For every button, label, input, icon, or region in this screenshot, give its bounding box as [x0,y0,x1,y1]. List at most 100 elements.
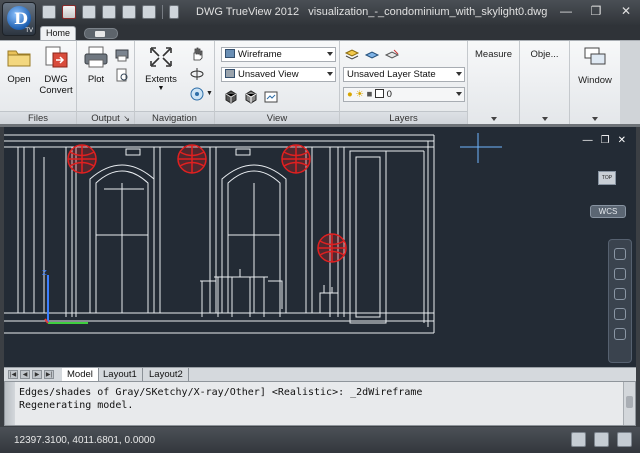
zoom-icon[interactable] [614,288,626,300]
plot-button[interactable]: Plot [81,45,111,85]
wcs-menu[interactable]: WCS [590,205,626,218]
visual-style-select[interactable]: Wireframe [221,47,336,62]
minimize-button[interactable]: — [558,4,574,18]
first-layout-icon[interactable]: |◀ [8,370,18,379]
drawing-viewport[interactable]: Z — ❐ ✕ TOP WCS [4,127,636,367]
dwg-convert-label: DWG Convert [39,74,73,96]
close-button[interactable]: ✕ [618,4,634,18]
command-line[interactable]: Edges/shades of Gray/SKetchy/X-ray/Other… [4,381,636,426]
tab-home[interactable]: Home [40,26,76,41]
ucs-axis-icon: Z [42,269,88,324]
steering-wheel-icon[interactable] [189,86,205,102]
last-layout-icon[interactable]: ▶| [44,370,54,379]
window-group[interactable]: Window [570,41,620,125]
showmotion-icon[interactable] [614,328,626,340]
output-group: Plot Output ↘ [77,41,135,125]
separator [162,5,163,19]
layer-isolate-icon[interactable] [364,47,380,63]
customize-qat-icon[interactable] [169,5,179,19]
output-group-label: Output ↘ [77,111,134,125]
view-manager-icon[interactable] [263,89,279,105]
layer-unisolate-icon[interactable] [384,47,400,63]
output-label: Output [91,113,120,124]
orbit-icon[interactable] [189,66,205,82]
view-group-label: View [215,111,339,125]
batch-plot-icon[interactable] [114,47,130,63]
tab-model[interactable]: Model [62,368,99,382]
named-view-value: Unsaved View [238,69,299,80]
undo-icon[interactable] [122,5,136,19]
cube-solid-icon[interactable] [223,89,239,105]
open-button[interactable]: Open [4,45,34,85]
dwg-convert-button[interactable]: DWG Convert [36,45,76,96]
camera-icon [95,31,105,37]
next-layout-icon[interactable]: ▶ [32,370,42,379]
application-menu-button[interactable]: D TV [2,2,36,36]
open-icon[interactable] [42,5,56,19]
lightbulb-icon: ● [347,89,353,100]
redo-icon[interactable] [142,5,156,19]
navigation-group: Extents ▼ ▼ Navigation [135,41,215,125]
navigation-group-label: Navigation [135,111,214,125]
restore-button[interactable]: ❐ [588,4,604,18]
color-swatch-icon [374,89,384,98]
layer-select[interactable]: ● ☀ ■ 0 [343,87,465,102]
viewport-restore-button[interactable]: ❐ [601,135,610,146]
print-preview-icon[interactable] [102,5,116,19]
layers-group: Unsaved Layer State ● ☀ ■ 0 Layers [340,41,468,125]
dwg-convert-icon [45,46,68,68]
layer-properties-icon[interactable] [344,47,360,63]
cube-shaded-icon[interactable] [243,89,259,105]
light-markers [67,144,347,263]
window-switch-icon [584,47,606,65]
viewcube[interactable]: TOP [598,171,616,185]
preview-icon[interactable] [114,67,130,83]
print-icon[interactable] [82,5,96,19]
command-history-line: Edges/shades of Gray/SKetchy/X-ray/Other… [19,387,423,398]
file-name: visualization_-_condominium_with_skyligh… [308,6,548,18]
steering-wheel-icon[interactable] [614,248,626,260]
orbit-icon[interactable] [614,308,626,320]
clean-screen-icon[interactable] [617,432,632,447]
command-scrollbar[interactable] [623,382,635,425]
chevron-down-icon[interactable]: ▼ [206,90,213,97]
named-view-select[interactable]: Unsaved View [221,67,336,82]
prev-layout-icon[interactable]: ◀ [20,370,30,379]
command-history-line: Regenerating model. [19,400,134,411]
scrollbar-thumb[interactable] [626,396,633,408]
layer-state-select[interactable]: Unsaved Layer State [343,67,465,82]
viewport-close-button[interactable]: ✕ [618,135,626,146]
window-controls: — ❐ ✕ [558,4,634,18]
drawing-canvas[interactable]: Z [4,127,636,367]
printer-icon [84,46,108,68]
chevron-down-icon [490,117,497,121]
current-layer-value: 0 [386,89,392,100]
workspace-icon[interactable] [594,432,609,447]
tab-layout2[interactable]: Layout2 [144,368,189,382]
tab-layout1[interactable]: Layout1 [98,368,143,382]
chevron-down-icon [592,117,598,121]
title-bar: DWG TrueView 2012 visualization_-_condom… [0,0,640,26]
command-line-grip[interactable] [5,382,15,425]
pan-icon[interactable] [189,46,205,62]
window-label: Window [578,75,612,86]
chevron-down-icon: ▼ [157,85,165,92]
view-group: Wireframe Unsaved View View [215,41,340,125]
coordinate-readout: 12397.3100, 4011.6801, 0.0000 [14,435,156,446]
zoom-extents-icon [150,47,172,67]
chevron-down-icon [456,72,462,76]
viewport-minimize-button[interactable]: — [583,135,593,146]
quick-access-toolbar [42,5,179,19]
extents-button[interactable]: Extents ▼ [139,45,183,93]
layout-tab-bar: |◀ ◀ ▶ ▶| Model Layout1 Layout2 [4,367,636,382]
tab-view-options[interactable] [84,28,118,39]
pan-icon[interactable] [614,268,626,280]
annotation-scale-icon[interactable] [571,432,586,447]
chevron-down-icon [327,52,333,56]
chevron-down-icon [327,72,333,76]
files-group: Open DWG Convert Files [0,41,77,125]
plot-label: Plot [87,74,105,85]
close-document-icon[interactable] [62,5,76,19]
objects-group[interactable]: Obje... [520,41,570,125]
measure-group[interactable]: Measure [468,41,520,125]
